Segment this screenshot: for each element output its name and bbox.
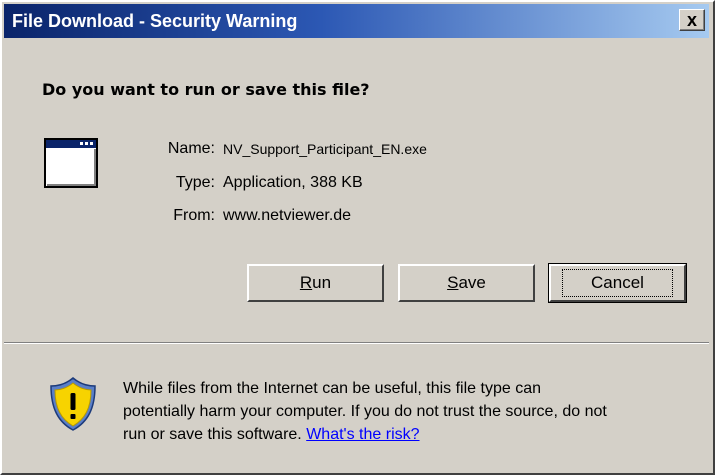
- run-label: un: [312, 273, 332, 292]
- file-type-value: Application, 388 KB: [223, 174, 363, 191]
- from-label: From:: [173, 207, 215, 224]
- close-button[interactable]: x: [679, 9, 705, 31]
- shield-warning-icon: [50, 377, 96, 431]
- warning-message: While files from the Internet can be use…: [123, 377, 703, 446]
- whats-the-risk-link[interactable]: What's the risk?: [306, 426, 419, 443]
- type-label: Type:: [175, 174, 215, 191]
- file-name-value: NV_Support_Participant_EN.exe: [223, 141, 427, 157]
- application-window-icon: [44, 138, 98, 188]
- save-label: ave: [458, 273, 486, 292]
- close-icon: x: [686, 10, 697, 30]
- warning-line-2: potentially harm your computer. If you d…: [123, 403, 607, 420]
- window-title: File Download - Security Warning: [12, 10, 298, 31]
- run-accel: R: [299, 273, 313, 292]
- question-heading: Do you want to run or save this file?: [42, 80, 370, 99]
- cancel-button[interactable]: Cancel: [548, 263, 687, 303]
- warning-line-1: While files from the Internet can be use…: [123, 380, 541, 397]
- file-source-value: www.netviewer.de: [223, 207, 352, 224]
- title-bar[interactable]: File Download - Security Warning x: [4, 4, 709, 38]
- cancel-label: Cancel: [562, 269, 673, 297]
- save-button[interactable]: Save: [398, 264, 535, 302]
- save-accel: S: [447, 273, 459, 292]
- warning-line-3-text: run or save this software.: [123, 426, 302, 443]
- security-warning-dialog: File Download - Security Warning x Do yo…: [0, 0, 715, 475]
- run-button[interactable]: Run: [247, 264, 384, 302]
- warning-line-3: run or save this software. What's the ri…: [123, 423, 703, 446]
- separator: [4, 342, 709, 344]
- name-label: Name:: [167, 140, 215, 157]
